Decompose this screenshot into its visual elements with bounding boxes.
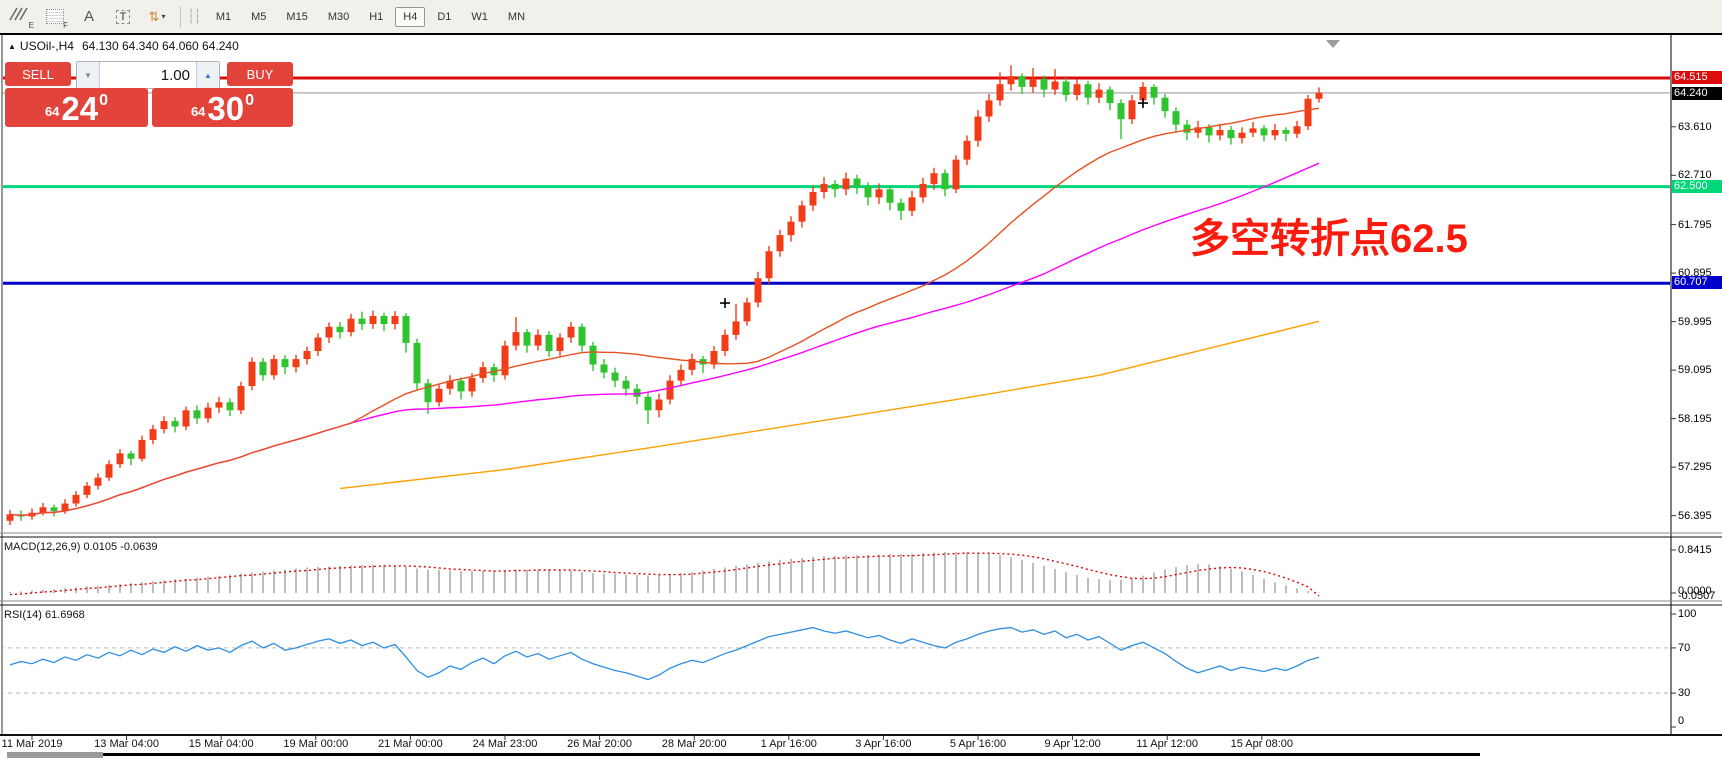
trading-terminal: E F A T ⇅ ▾ ┆┆ M1M5M15M30H1H4D1W1MN ▲USO…: [0, 0, 1722, 759]
caret-down-icon: ▼: [84, 71, 92, 80]
price-axis-label: 59.995: [1678, 316, 1712, 328]
time-axis-label: 24 Mar 23:00: [473, 738, 538, 750]
ohlc-values: 64.130 64.340 64.060 64.240: [82, 39, 239, 53]
hline-price-label: 64.515: [1672, 71, 1722, 84]
time-axis-label: 11 Mar 2019: [2, 738, 63, 750]
buy-quote-panel[interactable]: 64 30 0: [152, 88, 293, 127]
scrollbar-thumb[interactable]: [7, 752, 103, 758]
time-axis-label: 3 Apr 16:00: [855, 738, 911, 750]
price-axis-label: 61.795: [1678, 219, 1712, 231]
sell-price-small: 64: [45, 104, 59, 119]
time-axis-label: 15 Mar 04:00: [189, 738, 254, 750]
time-axis-label: 19 Mar 00:00: [283, 738, 348, 750]
time-axis-label: 9 Apr 12:00: [1044, 738, 1100, 750]
hline-price-label: 60.707: [1672, 276, 1722, 289]
time-axis-label: 11 Apr 12:00: [1136, 738, 1198, 750]
price-axis-label: 59.095: [1678, 364, 1712, 376]
hline-price-label: 62.500: [1672, 180, 1722, 193]
rsi-axis-label: 100: [1678, 608, 1696, 620]
time-axis-label: 28 Mar 20:00: [662, 738, 727, 750]
chart-annotation-text: 多空转折点62.5: [1190, 206, 1468, 264]
buy-price-small: 64: [191, 104, 205, 119]
volume-decrease-button[interactable]: ▼: [77, 62, 100, 88]
rsi-axis-label: 70: [1678, 642, 1690, 654]
buy-button-label: BUY: [247, 67, 274, 82]
rsi-axis-label: 0: [1678, 715, 1684, 727]
buy-price-sup: 0: [245, 92, 254, 110]
buy-price-big: 30: [207, 94, 244, 124]
rsi-label: RSI(14) 61.6968: [4, 609, 85, 621]
macd-axis-top: 0.8415: [1678, 544, 1712, 556]
macd-name: MACD(12,26,9): [4, 541, 80, 553]
macd-values: 0.0105 -0.0639: [83, 541, 157, 553]
current-price-label: 64.240: [1672, 87, 1722, 100]
volume-input[interactable]: 1.00: [100, 62, 196, 88]
sell-quote-panel[interactable]: 64 24 0: [5, 88, 148, 127]
time-axis-label: 26 Mar 20:00: [567, 738, 632, 750]
time-axis-label: 1 Apr 16:00: [761, 738, 817, 750]
symbol-arrow-icon: ▲: [8, 42, 16, 51]
chart-title: ▲ USOil-,H4 64.130 64.340 64.060 64.240: [8, 39, 239, 53]
time-axis-label: 5 Apr 16:00: [950, 738, 1006, 750]
scrollbar-line[interactable]: [103, 753, 1480, 756]
rsi-name: RSI(14): [4, 609, 42, 621]
rsi-axis-label: 30: [1678, 687, 1690, 699]
price-axis-label: 56.395: [1678, 510, 1712, 522]
buy-button[interactable]: BUY: [227, 62, 293, 86]
time-axis-label: 15 Apr 08:00: [1231, 738, 1293, 750]
caret-up-icon: ▲: [204, 71, 212, 80]
sell-button[interactable]: SELL: [5, 62, 71, 86]
macd-axis-low: -0.0507: [1678, 590, 1715, 602]
macd-label: MACD(12,26,9) 0.0105 -0.0639: [4, 541, 158, 553]
time-axis-label: 13 Mar 04:00: [94, 738, 159, 750]
sell-price-big: 24: [61, 94, 98, 124]
price-axis-label: 57.295: [1678, 461, 1712, 473]
sell-price-sup: 0: [99, 92, 108, 110]
time-axis-label: 21 Mar 00:00: [378, 738, 443, 750]
volume-increase-button[interactable]: ▲: [196, 62, 219, 88]
price-axis-label: 58.195: [1678, 413, 1712, 425]
volume-stepper: ▼ 1.00 ▲: [76, 61, 220, 89]
sell-button-label: SELL: [22, 67, 54, 82]
symbol-name: USOil-,H4: [20, 39, 74, 53]
rsi-value: 61.6968: [45, 609, 85, 621]
price-axis-label: 63.610: [1678, 121, 1712, 133]
